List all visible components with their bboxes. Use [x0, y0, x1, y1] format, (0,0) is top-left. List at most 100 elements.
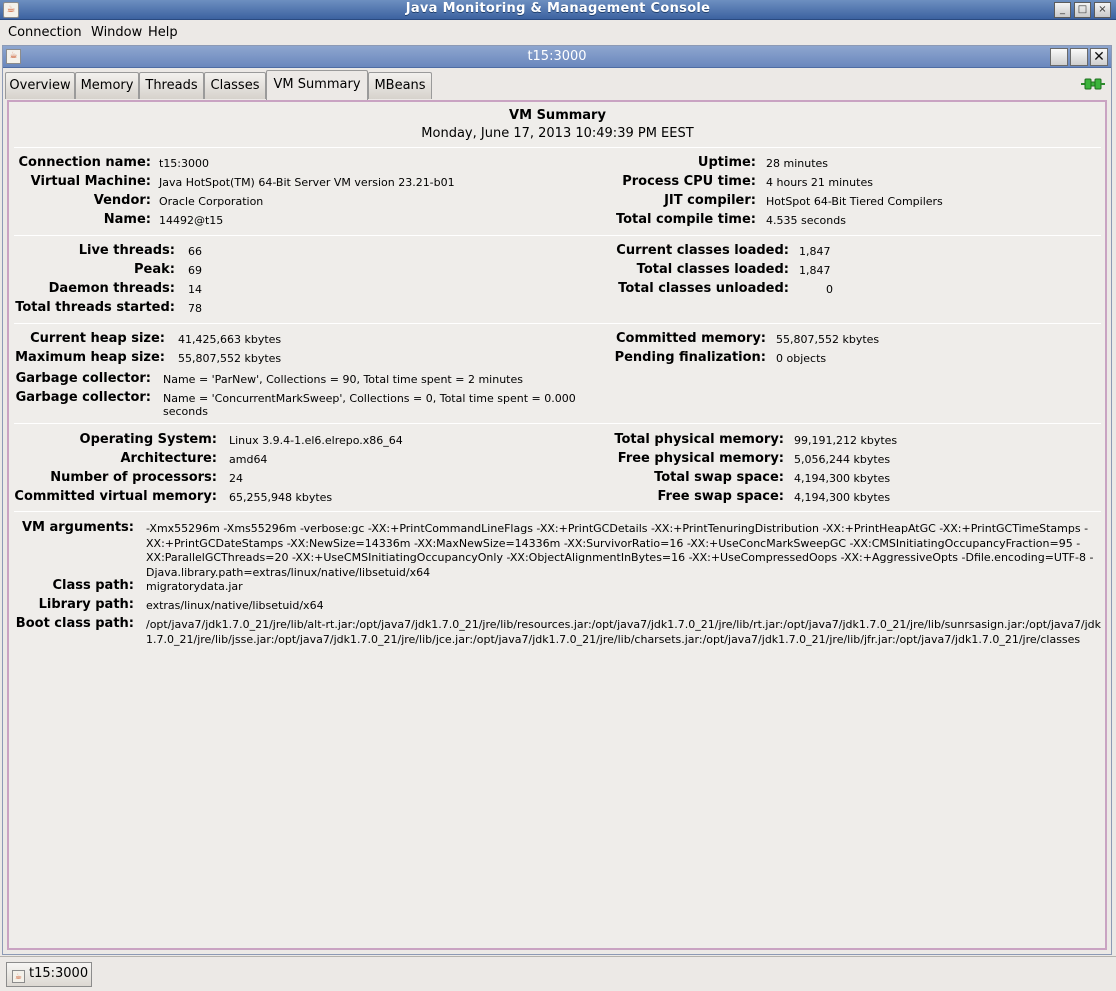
window-titlebar[interactable]: ☕ Java Monitoring & Management Console _… — [0, 0, 1116, 20]
tab-mbeans[interactable]: MBeans — [368, 72, 432, 99]
value-daemon-threads: 14 — [188, 283, 202, 296]
label-library-path: Library path: — [38, 597, 134, 612]
label-free-swap-space: Free swap space: — [657, 489, 784, 504]
tab-threads[interactable]: Threads — [139, 72, 204, 99]
label-operating-system: Operating System: — [79, 432, 217, 447]
label-committed-memory: Committed memory: — [615, 331, 766, 346]
label-free-physical-memory: Free physical memory: — [617, 451, 784, 466]
taskbar-item-label: t15:3000 — [29, 966, 89, 981]
separator — [14, 511, 1101, 512]
close-icon[interactable]: × — [1094, 2, 1111, 18]
label-peak: Peak: — [134, 262, 175, 277]
value-committed-memory: 55,807,552 kbytes — [776, 333, 880, 346]
label-total-classes-unloaded: Total classes unloaded: — [618, 281, 789, 296]
value-pending-finalization: 0 objects — [776, 352, 827, 365]
label-garbage-collector: Garbage collector: — [15, 371, 151, 386]
value-current-classes-loaded: 1,847 — [799, 245, 831, 258]
value-free-physical-memory: 5,056,244 kbytes — [794, 453, 891, 466]
value-number-of-processors: 24 — [229, 472, 243, 485]
separator — [14, 423, 1101, 424]
menu-window[interactable]: Window — [91, 25, 142, 40]
value-connection-name: t15:3000 — [159, 157, 210, 170]
label-jit-compiler: JIT compiler: — [664, 193, 756, 208]
value-total-threads-started: 78 — [188, 302, 202, 315]
frame-close-icon[interactable]: ✕ — [1090, 48, 1108, 66]
label-architecture: Architecture: — [120, 451, 217, 466]
label-current-classes-loaded: Current classes loaded: — [616, 243, 789, 258]
label-daemon-threads: Daemon threads: — [48, 281, 175, 296]
value-garbage-collector: Name = 'ConcurrentMarkSweep', Collection… — [163, 392, 576, 418]
tab-vm-summary[interactable]: VM Summary — [266, 70, 368, 100]
label-total-classes-loaded: Total classes loaded: — [636, 262, 789, 277]
menu-connection[interactable]: Connection — [8, 25, 82, 40]
taskbar: ☕ t15:3000 — [0, 956, 1116, 991]
value-total-physical-memory: 99,191,212 kbytes — [794, 434, 898, 447]
value-maximum-heap-size: 55,807,552 kbytes — [178, 352, 282, 365]
value-virtual-machine: Java HotSpot(TM) 64-Bit Server VM versio… — [159, 176, 455, 189]
summary-date: Monday, June 17, 2013 10:49:39 PM EEST — [421, 126, 694, 141]
value-architecture: amd64 — [229, 453, 268, 466]
value-current-heap-size: 41,425,663 kbytes — [178, 333, 282, 346]
label-total-swap-space: Total swap space: — [654, 470, 784, 485]
value-live-threads: 66 — [188, 245, 202, 258]
tab-memory[interactable]: Memory — [75, 72, 139, 99]
label-vendor: Vendor: — [93, 193, 151, 208]
label-garbage-collector: Garbage collector: — [15, 390, 151, 405]
menu-help[interactable]: Help — [148, 25, 178, 40]
label-boot-class-path: Boot class path: — [15, 616, 134, 631]
vm-summary-panel: VM Summary Monday, June 17, 2013 10:49:3… — [7, 100, 1107, 950]
value-library-path: extras/linux/native/libsetuid/x64 — [146, 599, 324, 612]
label-uptime: Uptime: — [697, 155, 756, 170]
label-virtual-machine: Virtual Machine: — [30, 174, 151, 189]
label-connection-name: Connection name: — [18, 155, 151, 170]
value-class-path: migratorydata.jar — [146, 580, 243, 593]
value-boot-class-path: /opt/java7/jdk1.7.0_21/jre/lib/alt-rt.ja… — [146, 618, 1101, 646]
label-number-of-processors: Number of processors: — [50, 470, 217, 485]
frame-minimize-icon[interactable] — [1050, 48, 1068, 66]
menubar: Connection Window Help — [0, 21, 1116, 44]
label-current-heap-size: Current heap size: — [30, 331, 165, 346]
label-committed-virtual-memory: Committed virtual memory: — [14, 489, 217, 504]
value-garbage-collector: Name = 'ParNew', Collections = 90, Total… — [163, 373, 523, 386]
value-free-swap-space: 4,194,300 kbytes — [794, 491, 891, 504]
separator — [14, 235, 1101, 236]
java-taskbar-icon: ☕ — [12, 970, 25, 983]
value-operating-system: Linux 3.9.4-1.el6.elrepo.x86_64 — [229, 434, 403, 447]
connection-plug-icon[interactable] — [1081, 78, 1105, 90]
value-uptime: 28 minutes — [766, 157, 829, 170]
value-jit-compiler: HotSpot 64-Bit Tiered Compilers — [766, 195, 943, 208]
frame-titlebar[interactable]: ☕ t15:3000 ✕ — [3, 46, 1111, 68]
value-total-classes-loaded: 1,847 — [799, 264, 831, 277]
value-committed-virtual-memory: 65,255,948 kbytes — [229, 491, 333, 504]
summary-title: VM Summary — [509, 108, 606, 123]
label-live-threads: Live threads: — [78, 243, 175, 258]
window-title: Java Monitoring & Management Console — [405, 1, 711, 16]
value-peak: 69 — [188, 264, 202, 277]
label-vm-arguments: VM arguments: — [21, 520, 134, 535]
label-maximum-heap-size: Maximum heap size: — [15, 350, 165, 365]
value-total-classes-unloaded: 0 — [826, 283, 833, 296]
frame-title: t15:3000 — [527, 49, 587, 64]
minimize-icon[interactable]: _ — [1054, 2, 1071, 18]
label-pending-finalization: Pending finalization: — [614, 350, 766, 365]
frame-maximize-icon[interactable] — [1070, 48, 1088, 66]
value-name: 14492@t15 — [159, 214, 224, 227]
tab-classes[interactable]: Classes — [204, 72, 266, 99]
value-process-cpu-time: 4 hours 21 minutes — [766, 176, 873, 189]
label-total-compile-time: Total compile time: — [615, 212, 756, 227]
value-vm-arguments: -Xmx55296m -Xms55296m -verbose:gc -XX:+P… — [146, 522, 1094, 579]
separator — [14, 147, 1101, 148]
value-total-swap-space: 4,194,300 kbytes — [794, 472, 891, 485]
value-total-compile-time: 4.535 seconds — [766, 214, 846, 227]
tab-overview[interactable]: Overview — [5, 72, 75, 99]
separator — [14, 323, 1101, 324]
label-total-threads-started: Total threads started: — [15, 300, 175, 315]
maximize-icon[interactable]: □ — [1074, 2, 1091, 18]
connection-frame: ☕ t15:3000 ✕ Overview Memory Threads Cla… — [2, 45, 1112, 955]
label-process-cpu-time: Process CPU time: — [622, 174, 756, 189]
taskbar-item-t15[interactable]: ☕ t15:3000 — [6, 962, 92, 987]
label-name: Name: — [103, 212, 151, 227]
value-vendor: Oracle Corporation — [159, 195, 264, 208]
label-class-path: Class path: — [52, 578, 134, 593]
label-total-physical-memory: Total physical memory: — [614, 432, 784, 447]
